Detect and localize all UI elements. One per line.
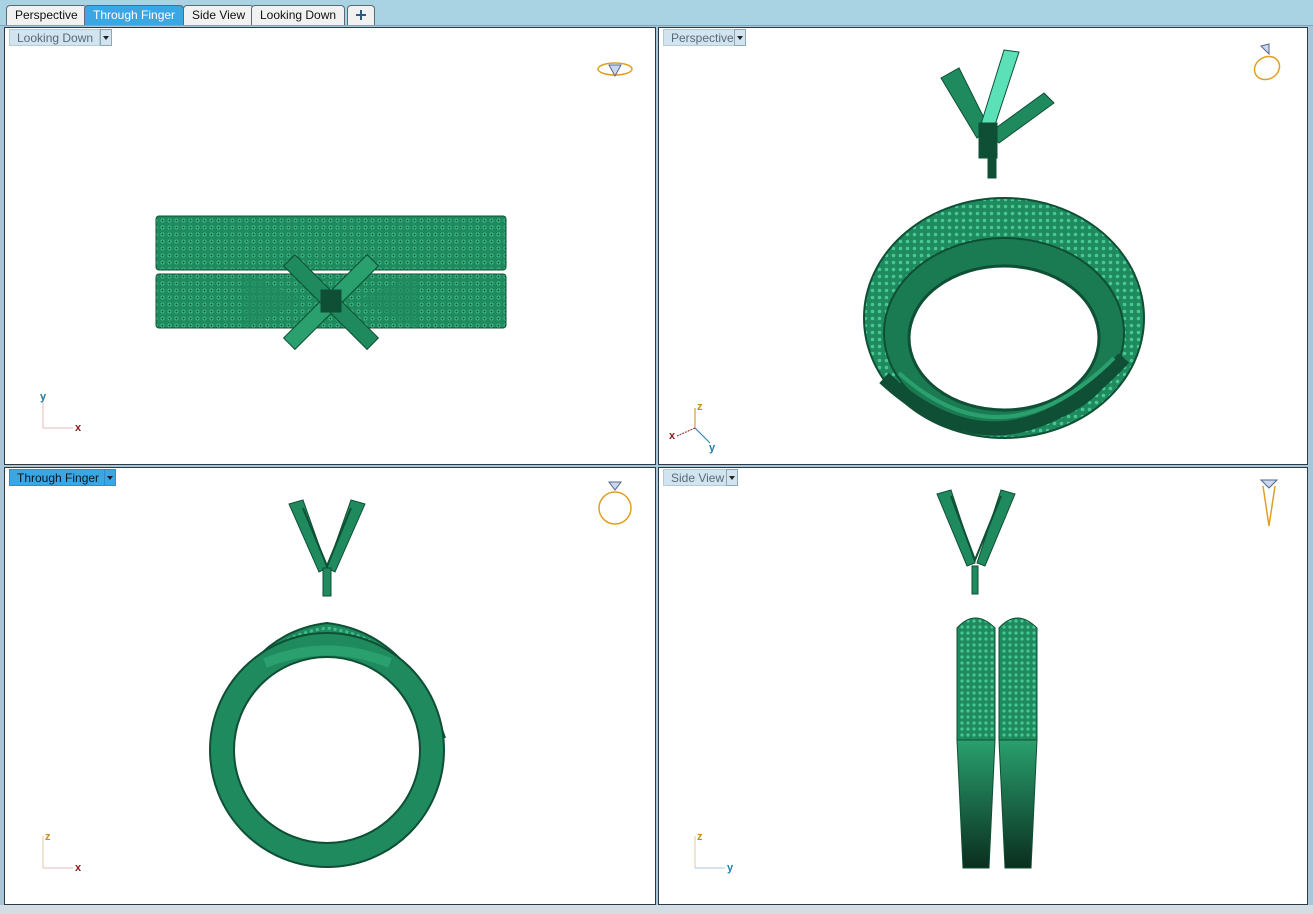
svg-text:y: y [727,862,734,874]
tab-looking-down[interactable]: Looking Down [251,5,346,25]
tab-side-view[interactable]: Side View [183,5,255,25]
tab-perspective[interactable]: Perspective [6,5,87,25]
svg-text:z: z [697,401,703,413]
svg-text:x: x [669,430,676,442]
viewport-side-view[interactable]: Side View z y [658,467,1308,905]
axis-triad: z x [42,831,82,874]
viewport-through-finger[interactable]: Through Finger z x [4,467,656,905]
ring-orientation-widget-icon [1259,479,1279,527]
axis-triad: z y [694,831,734,874]
svg-text:x: x [75,422,82,434]
ring-perspective-view [863,49,1145,439]
ring-top-view [155,215,507,351]
tab-through-finger[interactable]: Through Finger [84,5,185,25]
svg-text:x: x [75,862,82,874]
add-viewport-tab-button[interactable] [347,5,375,25]
svg-text:y: y [709,442,716,454]
ring-orientation-widget-icon [597,62,633,78]
ring-side-view [936,489,1038,869]
axis-triad: z x y [669,401,716,454]
svg-text:z: z [45,831,51,843]
viewport-tab-bar: Perspective Through Finger Side View Loo… [0,0,1313,26]
plus-icon [356,10,366,20]
ring-front-view [209,499,446,868]
svg-text:y: y [40,391,47,403]
viewport-looking-down[interactable]: Looking Down y x [4,27,656,465]
svg-text:z: z [697,831,703,843]
ring-orientation-widget-icon [1253,43,1281,81]
viewport-perspective[interactable]: Perspective z x y [658,27,1308,465]
status-strip [0,905,1313,914]
axis-triad: y x [40,391,82,434]
ring-orientation-widget-icon [598,481,632,525]
